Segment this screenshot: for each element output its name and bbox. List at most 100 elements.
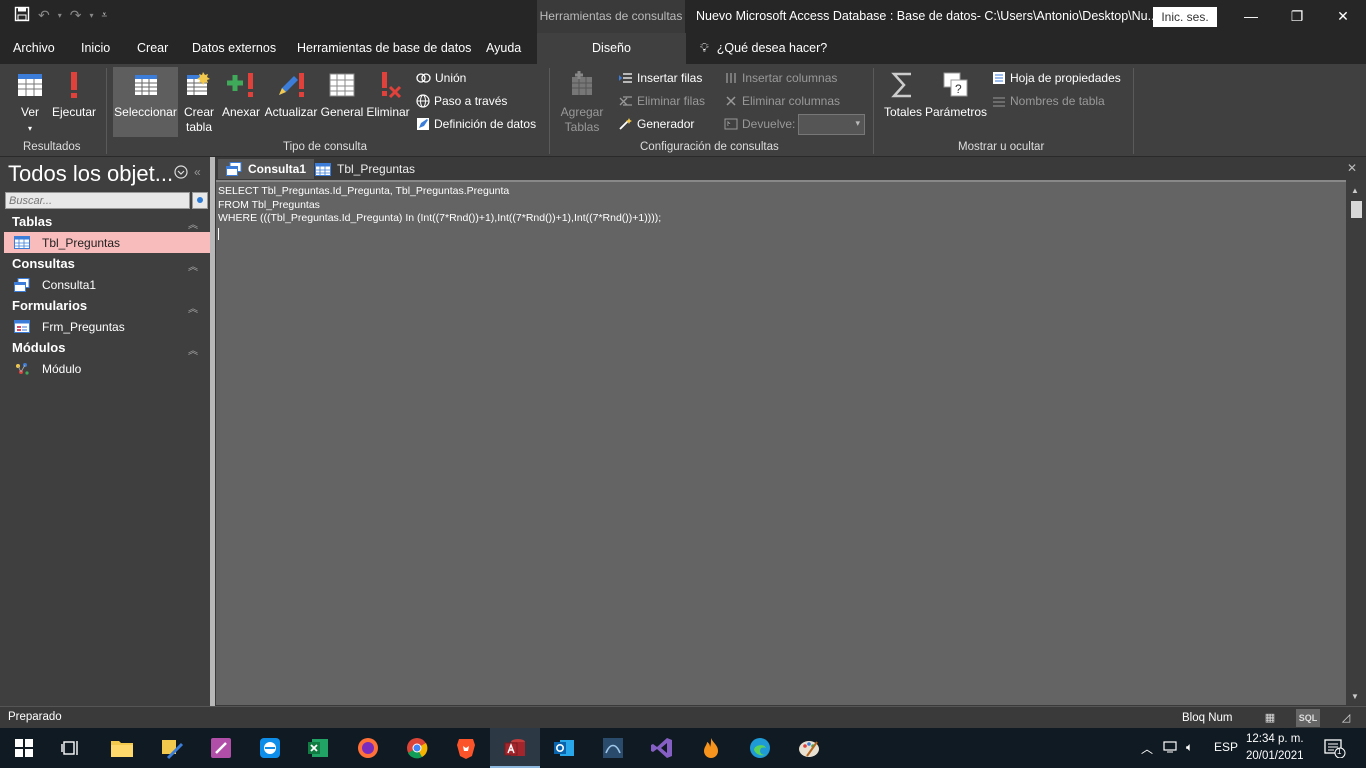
scroll-up-icon[interactable]: ▲ xyxy=(1351,186,1359,195)
sql-editor[interactable]: SELECT Tbl_Preguntas.Id_Pregunta, Tbl_Pr… xyxy=(216,180,1346,705)
tell-me-search[interactable]: 💡︎ ¿Qué desea hacer? xyxy=(700,41,827,56)
nav-menu-icon[interactable] xyxy=(174,165,188,182)
volume-icon[interactable]: 🔈︎ xyxy=(1186,740,1193,755)
sql-view-button[interactable]: SQL xyxy=(1296,709,1320,727)
network-icon[interactable] xyxy=(1163,740,1179,757)
edge-icon[interactable] xyxy=(746,734,774,762)
definicion-datos-button[interactable]: Definición de datos xyxy=(416,114,536,134)
collapse-group-icon[interactable]: ︽ xyxy=(188,300,198,315)
eliminar-button[interactable]: Eliminar xyxy=(365,67,411,137)
nav-item-tbl-preguntas[interactable]: Tbl_Preguntas xyxy=(4,232,210,253)
undo-icon[interactable]: ↶ xyxy=(38,7,50,24)
customize-qat-icon[interactable]: ⩡ xyxy=(102,10,108,21)
network-tool-icon[interactable] xyxy=(158,734,186,762)
ver-button[interactable]: Ver ▾ xyxy=(8,67,52,137)
minimize-icon[interactable]: — xyxy=(1228,0,1274,33)
collapse-group-icon[interactable]: ︽ xyxy=(188,342,198,357)
eliminar-label: Eliminar xyxy=(366,105,410,119)
devuelve-combo[interactable]: ▾ xyxy=(798,114,865,135)
notifications-icon[interactable]: 1 xyxy=(1324,738,1346,761)
tab-inicio[interactable]: Inicio xyxy=(81,41,110,55)
redo-dropdown-icon[interactable]: ▾ xyxy=(89,11,93,20)
task-view-icon[interactable] xyxy=(57,734,85,762)
excel-icon[interactable] xyxy=(304,734,332,762)
tab-diseno[interactable]: Diseño xyxy=(537,33,686,64)
parametros-label: Parámetros xyxy=(925,105,988,119)
form-icon xyxy=(14,320,30,333)
datasheet-view-icon[interactable]: ▦ xyxy=(1258,709,1282,727)
nav-group-consultas[interactable]: Consultas xyxy=(12,256,75,271)
nav-item-modulo[interactable]: Módulo xyxy=(4,358,210,379)
paso-a-traves-button[interactable]: Paso a través xyxy=(416,91,507,111)
nav-group-tablas[interactable]: Tablas xyxy=(12,214,52,229)
flame-app-icon[interactable] xyxy=(697,734,725,762)
sql-server-icon[interactable] xyxy=(599,734,627,762)
vertical-scrollbar[interactable]: ▲ ▼ xyxy=(1346,180,1366,705)
seleccionar-button[interactable]: Seleccionar xyxy=(113,67,178,137)
agregar-tablas-button[interactable]: Agregar Tablas xyxy=(557,67,607,137)
access-icon[interactable] xyxy=(501,734,529,762)
windows-start-icon[interactable] xyxy=(10,734,38,762)
union-button[interactable]: Unión xyxy=(416,68,466,88)
document-tabs: Consulta1 Tbl_Preguntas xyxy=(215,157,1366,179)
insertar-columnas-button[interactable]: Insertar columnas xyxy=(724,68,837,88)
doc-tab-tbl-preguntas[interactable]: Tbl_Preguntas xyxy=(307,159,423,179)
doc-tab-consulta1[interactable]: Consulta1 xyxy=(218,159,315,179)
general-button[interactable]: General xyxy=(320,67,364,137)
brave-icon[interactable] xyxy=(452,734,480,762)
outlook-icon[interactable] xyxy=(550,734,578,762)
save-icon[interactable] xyxy=(14,6,30,25)
undo-dropdown-icon[interactable]: ▾ xyxy=(58,11,62,20)
clock-time: 12:34 p. m. xyxy=(1246,733,1304,745)
collapse-group-icon[interactable]: ︽ xyxy=(188,258,198,273)
nav-search-input[interactable] xyxy=(5,192,190,209)
totales-button[interactable]: Totales xyxy=(881,67,925,137)
close-icon[interactable]: ✕ xyxy=(1320,0,1366,33)
teamviewer-icon[interactable] xyxy=(256,734,284,762)
nav-item-consulta1[interactable]: Consulta1 xyxy=(4,274,210,295)
eliminar-filas-button[interactable]: Eliminar filas xyxy=(618,91,705,111)
parametros-button[interactable]: ? Parámetros xyxy=(925,67,987,137)
design-view-icon[interactable]: ◿ xyxy=(1334,709,1358,727)
taskbar-clock[interactable]: 12:34 p. m. 20/01/2021 xyxy=(1246,731,1304,765)
tray-chevron-up-icon[interactable]: ︿ xyxy=(1141,740,1153,757)
restore-icon[interactable]: ❐ xyxy=(1274,0,1320,33)
eliminar-columnas-button[interactable]: Eliminar columnas xyxy=(724,91,840,111)
file-explorer-icon[interactable] xyxy=(108,734,136,762)
nav-item-frm-preguntas[interactable]: Frm_Preguntas xyxy=(4,316,210,337)
redo-icon[interactable]: ↷ xyxy=(70,7,82,24)
visual-studio-icon[interactable] xyxy=(648,734,676,762)
tab-crear[interactable]: Crear xyxy=(137,41,168,55)
nav-pane-title[interactable]: Todos los objet... xyxy=(8,161,173,187)
insertar-filas-button[interactable]: Insertar filas xyxy=(618,68,702,88)
tab-herramientas-bd[interactable]: Herramientas de base de datos xyxy=(297,41,471,55)
nav-group-formularios[interactable]: Formularios xyxy=(12,298,87,313)
tab-ayuda[interactable]: Ayuda xyxy=(486,41,521,55)
anexar-button[interactable]: Anexar xyxy=(220,67,262,137)
select-query-icon xyxy=(134,75,157,95)
powerapps-icon[interactable] xyxy=(207,734,235,762)
search-icon[interactable] xyxy=(192,192,208,209)
scroll-down-icon[interactable]: ▼ xyxy=(1351,692,1359,701)
actualizar-button[interactable]: Actualizar xyxy=(263,67,319,137)
table-icon xyxy=(315,162,331,176)
collapse-pane-icon[interactable]: « xyxy=(194,165,201,179)
paint-icon[interactable] xyxy=(795,734,823,762)
language-indicator[interactable]: ESP xyxy=(1214,740,1238,754)
scroll-thumb[interactable] xyxy=(1351,201,1362,218)
chrome-icon[interactable] xyxy=(403,734,431,762)
firefox-icon[interactable] xyxy=(354,734,382,762)
collapse-group-icon[interactable]: ︽ xyxy=(188,216,198,231)
tab-datos-externos[interactable]: Datos externos xyxy=(192,41,276,55)
signin-button[interactable]: Inic. ses. xyxy=(1153,7,1217,27)
ribbon-separator xyxy=(549,68,550,154)
nombres-tabla-button[interactable]: Nombres de tabla xyxy=(992,91,1105,111)
ejecutar-button[interactable]: Ejecutar xyxy=(52,67,96,137)
nav-pane-splitter[interactable] xyxy=(210,157,215,706)
crear-tabla-button[interactable]: Crear tabla xyxy=(180,67,218,137)
nav-group-modulos[interactable]: Módulos xyxy=(12,340,65,355)
tab-archivo[interactable]: Archivo xyxy=(13,41,55,55)
hoja-propiedades-button[interactable]: Hoja de propiedades xyxy=(992,68,1121,88)
generador-button[interactable]: Generador xyxy=(618,114,694,134)
close-document-icon[interactable]: ✕ xyxy=(1347,161,1357,175)
